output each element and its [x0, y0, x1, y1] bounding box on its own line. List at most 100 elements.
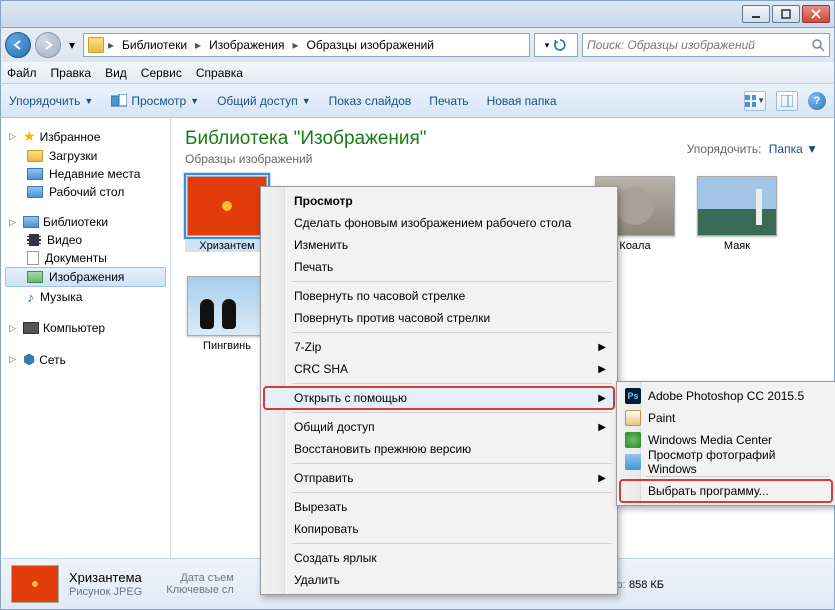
sidebar-libraries[interactable]: ▷Библиотеки	[5, 213, 166, 231]
organize-button[interactable]: Упорядочить▼	[9, 94, 93, 108]
thumbnail[interactable]: Маяк	[695, 176, 779, 252]
help-button[interactable]: ?	[808, 92, 826, 110]
back-button[interactable]	[5, 32, 31, 58]
menu-item-label: Отправить	[294, 471, 354, 485]
context-menu-item[interactable]: Восстановить прежнюю версию	[264, 438, 614, 460]
refresh-button[interactable]: ▾	[534, 33, 578, 57]
sidebar-item-videos[interactable]: Видео	[5, 231, 166, 249]
sidebar-item-desktop[interactable]: Рабочий стол	[5, 183, 166, 201]
submenu-app-item[interactable]: PsAdobe Photoshop CC 2015.5	[620, 385, 832, 407]
breadcrumb[interactable]: Изображения	[205, 38, 288, 52]
menu-item-label: Повернуть против часовой стрелки	[294, 311, 490, 325]
app-icon	[625, 432, 641, 448]
details-title: Хризантема	[69, 570, 142, 585]
sort-link[interactable]: Папка ▼	[769, 142, 818, 156]
chevron-right-icon[interactable]: ▸	[106, 38, 116, 52]
breadcrumb[interactable]: Образцы изображений	[303, 38, 438, 52]
context-menu-item[interactable]: 7-Zip▶	[264, 336, 614, 358]
details-tags-label: Ключевые сл	[166, 584, 234, 596]
chevron-down-icon: ▼	[302, 96, 311, 106]
pictures-icon	[27, 271, 43, 283]
chevron-right-icon[interactable]: ▸	[193, 38, 203, 52]
context-menu-item[interactable]: Печать	[264, 256, 614, 278]
slideshow-button[interactable]: Показ слайдов	[329, 94, 412, 108]
network-icon: ⬢	[23, 351, 35, 368]
context-menu-item[interactable]: Копировать	[264, 518, 614, 540]
chevron-right-icon[interactable]: ▸	[291, 38, 301, 52]
menu-item-label: Копировать	[294, 522, 359, 536]
thumbnail[interactable]: Хризантем	[185, 176, 269, 252]
history-dropdown[interactable]: ▾	[65, 34, 79, 56]
open-with-submenu[interactable]: PsAdobe Photoshop CC 2015.5PaintWindows …	[616, 381, 835, 506]
new-folder-button[interactable]: Новая папка	[487, 94, 557, 108]
sidebar-favorites[interactable]: ▷★Избранное	[5, 126, 166, 147]
computer-icon	[23, 322, 39, 334]
menu-bar: Файл Правка Вид Сервис Справка	[0, 62, 835, 84]
context-menu-item[interactable]: Повернуть против часовой стрелки	[264, 307, 614, 329]
sidebar-item-recent[interactable]: Недавние места	[5, 165, 166, 183]
choose-program-item[interactable]: Выбрать программу...	[620, 480, 832, 502]
sidebar-item-pictures[interactable]: Изображения	[5, 267, 166, 287]
menu-edit[interactable]: Правка	[51, 66, 92, 80]
chevron-down-icon: ▼	[84, 96, 93, 106]
submenu-app-item[interactable]: Paint	[620, 407, 832, 429]
context-menu-item[interactable]: Повернуть по часовой стрелке	[264, 285, 614, 307]
context-menu-item[interactable]: Создать ярлык	[264, 547, 614, 569]
menu-item-label: Повернуть по часовой стрелке	[294, 289, 465, 303]
sort-control[interactable]: Упорядочить: Папка ▼	[687, 142, 818, 156]
print-button[interactable]: Печать	[429, 94, 468, 108]
thumbnail[interactable]: Пингвинь	[185, 276, 269, 352]
sidebar-item-downloads[interactable]: Загрузки	[5, 147, 166, 165]
menu-item-label: Открыть с помощью	[294, 391, 407, 405]
context-menu-item[interactable]: Общий доступ▶	[264, 416, 614, 438]
breadcrumb[interactable]: Библиотеки	[118, 38, 191, 52]
menu-help[interactable]: Справка	[196, 66, 243, 80]
menu-view[interactable]: Вид	[105, 66, 127, 80]
sidebar-computer[interactable]: ▷Компьютер	[5, 319, 166, 337]
nav-row: ▾ ▸ Библиотеки ▸ Изображения ▸ Образцы и…	[0, 28, 835, 62]
chevron-right-icon: ▶	[598, 473, 606, 484]
app-icon: Ps	[625, 388, 641, 404]
thumbnail-image	[697, 176, 777, 236]
menu-item-label: Вырезать	[294, 500, 347, 514]
app-label: Paint	[648, 411, 675, 425]
address-bar[interactable]: ▸ Библиотеки ▸ Изображения ▸ Образцы изо…	[83, 33, 530, 57]
context-menu-item[interactable]: Отправить ▶	[264, 467, 614, 489]
view-button[interactable]: Просмотр▼	[111, 94, 199, 108]
sidebar-network[interactable]: ▷⬢Сеть	[5, 349, 166, 370]
submenu-app-item[interactable]: Просмотр фотографий Windows	[620, 451, 832, 473]
menu-item-label: 7-Zip	[294, 340, 321, 354]
film-icon	[27, 234, 41, 246]
close-button[interactable]	[802, 5, 830, 23]
refresh-icon	[553, 38, 567, 52]
search-icon	[811, 38, 825, 52]
search-box[interactable]	[582, 33, 830, 57]
context-menu-item[interactable]: CRC SHA▶	[264, 358, 614, 380]
sidebar-item-documents[interactable]: Документы	[5, 249, 166, 267]
maximize-button[interactable]	[772, 5, 800, 23]
sidebar-item-music[interactable]: ♪Музыка	[5, 287, 166, 307]
thumbnail-image	[187, 276, 267, 336]
preview-pane-button[interactable]	[776, 91, 798, 111]
context-menu[interactable]: Просмотр Сделать фоновым изображением раб…	[260, 186, 618, 595]
context-menu-item[interactable]: Изменить	[264, 234, 614, 256]
menu-item-label: Сделать фоновым изображением рабочего ст…	[294, 216, 571, 230]
menu-file[interactable]: Файл	[7, 66, 37, 80]
search-input[interactable]	[587, 38, 807, 52]
preview-icon	[111, 94, 127, 108]
view-mode-button[interactable]: ▼	[744, 91, 766, 111]
desktop-icon	[27, 186, 43, 198]
context-menu-item[interactable]: Вырезать	[264, 496, 614, 518]
menu-item-label: Создать ярлык	[294, 551, 377, 565]
share-button[interactable]: Общий доступ▼	[217, 94, 311, 108]
thumbnail-image	[187, 176, 267, 236]
context-menu-item[interactable]: Открыть с помощью▶	[264, 387, 614, 409]
menu-tools[interactable]: Сервис	[141, 66, 182, 80]
context-menu-item[interactable]: Удалить	[264, 569, 614, 591]
context-menu-item[interactable]: Просмотр	[264, 190, 614, 212]
forward-button[interactable]	[35, 32, 61, 58]
minimize-button[interactable]	[742, 5, 770, 23]
context-menu-item[interactable]: Сделать фоновым изображением рабочего ст…	[264, 212, 614, 234]
folder-icon	[88, 37, 104, 53]
menu-item-label: Общий доступ	[294, 420, 375, 434]
